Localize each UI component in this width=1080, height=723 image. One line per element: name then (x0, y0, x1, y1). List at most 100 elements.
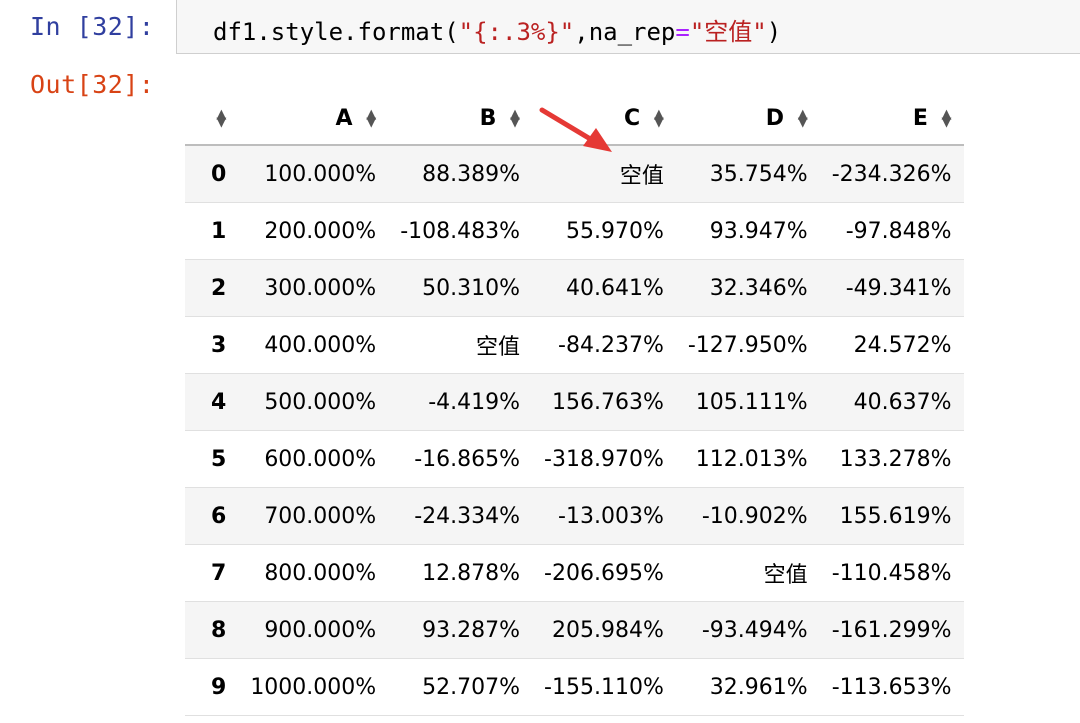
table-cell: -161.299% (831, 617, 952, 643)
table-row: 8 900.000% 93.287% 205.984% -93.494% -16… (185, 601, 964, 659)
sort-icon[interactable]: ▲ ▼ (942, 108, 952, 129)
table-cell: -108.483% (400, 218, 521, 244)
index-header[interactable]: ▲ ▼ (185, 92, 239, 146)
table-row: 0 100.000% 88.389% 空值 35.754% -234.326% (185, 145, 964, 203)
column-header-label: E (912, 105, 928, 131)
table-cell: -13.003% (558, 503, 664, 529)
table-cell: 200.000% (264, 218, 377, 244)
table-row: 4 500.000% -4.419% 156.763% 105.111% 40.… (185, 373, 964, 431)
table-cell: 700.000% (264, 503, 377, 529)
table-cell: 155.619% (839, 503, 952, 529)
code-cell-input[interactable]: df1.style.format("{:.3%}",na_rep="空值") (176, 0, 1080, 54)
column-header-label: D (765, 105, 785, 131)
table-cell: 500.000% (264, 389, 377, 415)
table-cell: 300.000% (264, 275, 377, 301)
table-cell: -49.341% (845, 275, 952, 301)
table-cell: 400.000% (264, 332, 377, 358)
table-cell: 600.000% (264, 446, 377, 472)
dataframe-table: ▲ ▼ A ▲ ▼ B ▲ ▼ C ▲ ▼ D ▲ ▼ E ▲ ▼ 0 100.… (185, 92, 964, 716)
table-cell: 32.961% (709, 674, 808, 700)
code-equals: = (675, 18, 690, 46)
column-header-label: A (335, 105, 353, 131)
sort-icon[interactable]: ▲ ▼ (510, 108, 520, 129)
table-cell: 50.310% (422, 275, 521, 301)
table-cell: -234.326% (831, 161, 952, 187)
table-cell: 100.000% (264, 161, 377, 187)
table-cell: 空值 (763, 563, 808, 588)
row-index: 4 (211, 389, 227, 415)
column-header-label: B (479, 105, 497, 131)
row-index: 9 (211, 674, 227, 700)
table-row: 9 1000.000% 52.707% -155.110% 32.961% -1… (185, 659, 964, 716)
sort-icon[interactable]: ▲ ▼ (654, 108, 664, 129)
table-row: 7 800.000% 12.878% -206.695% 空值 -110.458… (185, 545, 964, 602)
table-cell: 空值 (619, 164, 664, 189)
input-prompt: In [32]: (30, 12, 155, 41)
table-cell: 32.346% (709, 275, 808, 301)
row-index: 1 (211, 218, 227, 244)
table-cell: -24.334% (414, 503, 521, 529)
column-header-e[interactable]: E ▲ ▼ (819, 92, 964, 146)
header-row: ▲ ▼ A ▲ ▼ B ▲ ▼ C ▲ ▼ D ▲ ▼ E ▲ ▼ (185, 92, 964, 146)
table-cell: 133.278% (839, 446, 952, 472)
table-cell: 空值 (476, 335, 521, 360)
code-format-string: "{:.3%}" (458, 18, 575, 46)
table-cell: 55.970% (565, 218, 664, 244)
table-cell: -97.848% (845, 218, 952, 244)
row-index: 3 (211, 332, 227, 358)
table-cell: 12.878% (422, 560, 521, 586)
row-index: 8 (211, 617, 227, 643)
table-row: 2 300.000% 50.310% 40.641% 32.346% -49.3… (185, 259, 964, 317)
code-close-paren: ) (766, 18, 782, 46)
column-header-c[interactable]: C ▲ ▼ (532, 92, 676, 146)
row-index: 0 (211, 161, 227, 187)
table-cell: 93.947% (709, 218, 808, 244)
row-index: 7 (211, 560, 227, 586)
code-comma: , (574, 18, 589, 46)
table-cell: 93.287% (422, 617, 521, 643)
table-cell: -84.237% (558, 332, 664, 358)
table-row: 1 200.000% -108.483% 55.970% 93.947% -97… (185, 203, 964, 260)
table-cell: -155.110% (544, 674, 664, 700)
table-cell: 88.389% (422, 161, 521, 187)
table-cell: -110.458% (831, 560, 952, 586)
sort-icon[interactable]: ▲ ▼ (798, 108, 808, 129)
table-cell: 112.013% (695, 446, 808, 472)
table-cell: 205.984% (551, 617, 664, 643)
table-cell: 35.754% (709, 161, 808, 187)
table-row: 5 600.000% -16.865% -318.970% 112.013% 1… (185, 431, 964, 488)
table-cell: -4.419% (428, 389, 521, 415)
sort-icon[interactable]: ▲ ▼ (366, 108, 376, 129)
column-header-label: C (624, 105, 641, 131)
table-cell: -127.950% (687, 332, 808, 358)
table-cell: -93.494% (701, 617, 808, 643)
table-cell: 40.637% (853, 389, 952, 415)
table-row: 6 700.000% -24.334% -13.003% -10.902% 15… (185, 487, 964, 545)
code-line: df1.style.format("{:.3%}",na_rep="空值") (213, 12, 781, 47)
table-cell: -318.970% (544, 446, 664, 472)
table-cell: 105.111% (695, 389, 808, 415)
column-header-d[interactable]: D ▲ ▼ (675, 92, 820, 146)
table-cell: -16.865% (414, 446, 521, 472)
table-cell: 800.000% (264, 560, 377, 586)
table-cell: 1000.000% (250, 674, 377, 700)
code-keyword: na_rep (588, 18, 676, 46)
table-cell: -206.695% (544, 560, 664, 586)
table-cell: 52.707% (422, 674, 521, 700)
table-cell: 156.763% (551, 389, 664, 415)
row-index: 2 (211, 275, 227, 301)
row-index: 5 (211, 446, 227, 472)
row-index: 6 (211, 503, 227, 529)
sort-icon[interactable]: ▲ ▼ (216, 108, 226, 129)
code-na-string: "空值" (689, 18, 767, 46)
table-row: 3 400.000% 空值 -84.237% -127.950% 24.572% (185, 317, 964, 374)
table-cell: -10.902% (701, 503, 808, 529)
table-cell: 24.572% (853, 332, 952, 358)
table-cell: -113.653% (831, 674, 952, 700)
code-call: df1.style.format( (213, 18, 459, 46)
column-header-b[interactable]: B ▲ ▼ (388, 92, 533, 146)
table-cell: 900.000% (264, 617, 377, 643)
column-header-a[interactable]: A ▲ ▼ (238, 92, 389, 146)
table-body: 0 100.000% 88.389% 空值 35.754% -234.326% … (185, 145, 964, 716)
table-cell: 40.641% (565, 275, 664, 301)
